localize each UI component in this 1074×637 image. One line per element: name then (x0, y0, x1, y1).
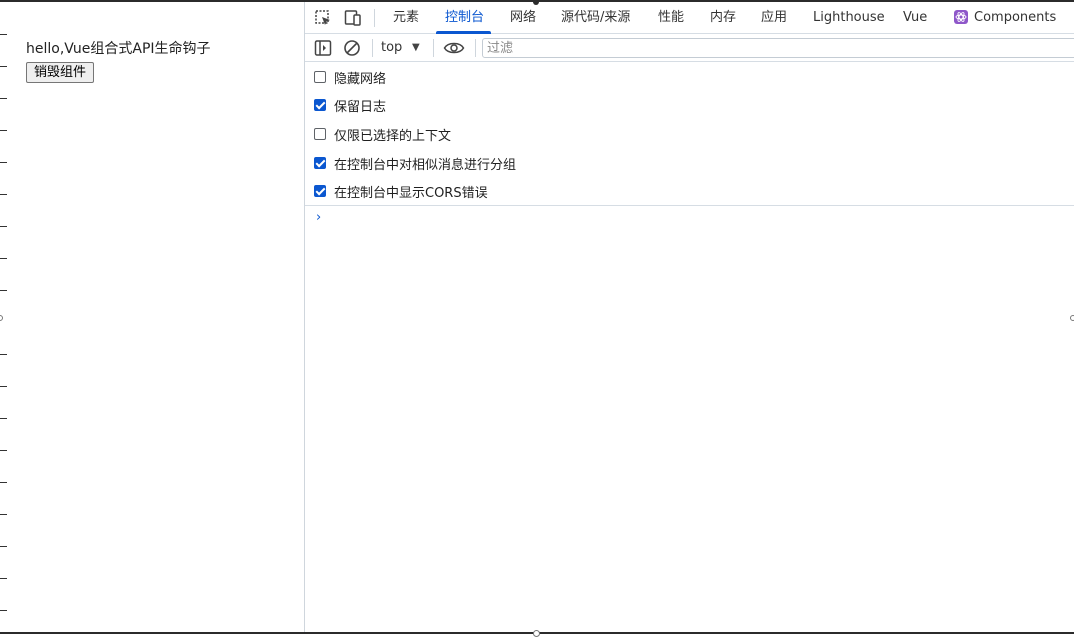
ruler-tick (0, 482, 7, 483)
setting-label: 仅限已选择的上下文 (334, 128, 452, 144)
ruler-tick (0, 34, 7, 35)
tab-network[interactable]: 网络 (510, 2, 536, 33)
checkbox[interactable] (314, 128, 326, 140)
ruler-tick (0, 162, 7, 163)
ruler-tick (0, 354, 7, 355)
setting-label: 隐藏网络 (334, 71, 387, 87)
toolbar-separator (374, 9, 375, 27)
ruler-tick (0, 290, 7, 291)
ruler-tick (0, 578, 7, 579)
checkbox[interactable] (314, 99, 326, 111)
console-prompt-chevron-icon[interactable]: › (316, 209, 321, 227)
ruler-tick (0, 386, 7, 387)
page-viewport: hello,Vue组合式API生命钩子 销毁组件 (0, 2, 305, 632)
ruler-tick (0, 98, 7, 99)
setting-label: 保留日志 (334, 99, 387, 115)
ruler-tick (0, 130, 7, 131)
inspect-element-icon[interactable] (313, 8, 333, 28)
ruler-tick (0, 546, 7, 547)
setting-label: 在控制台中显示CORS错误 (334, 185, 488, 201)
page-heading: hello,Vue组合式API生命钩子 (26, 41, 211, 57)
ruler-tick (0, 514, 7, 515)
resize-handle-left[interactable] (0, 315, 3, 321)
toolbar-separator (433, 39, 434, 57)
checkbox[interactable] (314, 185, 326, 197)
devtools-panel: 元素 控制台 网络 源代码/来源 性能 内存 应用 Lighthouse Vue… (305, 2, 1074, 632)
setting-show-cors-errors[interactable]: 在控制台中显示CORS错误 (314, 181, 488, 201)
tab-console[interactable]: 控制台 (445, 2, 484, 33)
setting-hide-network[interactable]: 隐藏网络 (314, 67, 386, 87)
setting-label: 在控制台中对相似消息进行分组 (334, 157, 517, 173)
app-frame: hello,Vue组合式API生命钩子 销毁组件 元素 控制台 网络 源代码/来… (0, 0, 1074, 637)
context-selector[interactable]: top (381, 38, 402, 58)
ruler-tick (0, 450, 7, 451)
tab-vue[interactable]: Vue (903, 2, 927, 33)
chevron-down-icon[interactable]: ▼ (412, 38, 420, 58)
ruler-tick (0, 194, 7, 195)
ruler-tick (0, 610, 7, 611)
console-settings: 隐藏网络 保留日志 仅限已选择的上下文 在控制台中对相似消息进行分组 在控制台中… (305, 63, 1074, 206)
destroy-component-button[interactable]: 销毁组件 (26, 62, 95, 83)
ruler-tick (0, 226, 7, 227)
components-icon (954, 9, 968, 24)
console-toolbar: top ▼ (305, 34, 1074, 62)
device-toolbar-icon[interactable] (343, 8, 363, 28)
console-filter-input[interactable] (482, 38, 1074, 58)
tab-elements[interactable]: 元素 (393, 2, 419, 33)
tab-memory[interactable]: 内存 (710, 2, 736, 33)
sidebar-toggle-icon[interactable] (313, 38, 333, 58)
live-expression-eye-icon[interactable] (443, 38, 465, 58)
setting-group-similar[interactable]: 在控制台中对相似消息进行分组 (314, 153, 516, 173)
devtools-tabbar: 元素 控制台 网络 源代码/来源 性能 内存 应用 Lighthouse Vue… (305, 2, 1074, 34)
checkbox[interactable] (314, 71, 326, 83)
tab-application[interactable]: 应用 (761, 2, 787, 33)
setting-selected-context-only[interactable]: 仅限已选择的上下文 (314, 124, 451, 144)
clear-console-icon[interactable] (342, 38, 362, 58)
ruler-tick (0, 66, 7, 67)
tab-components[interactable]: Components (954, 2, 1056, 33)
tab-components-label: Components (974, 10, 1057, 25)
tab-lighthouse[interactable]: Lighthouse (813, 2, 885, 33)
toolbar-separator (475, 39, 476, 57)
tab-performance[interactable]: 性能 (658, 2, 684, 33)
checkbox[interactable] (314, 157, 326, 169)
tab-sources[interactable]: 源代码/来源 (561, 2, 630, 33)
ruler-tick (0, 258, 7, 259)
ruler-tick (0, 418, 7, 419)
toolbar-separator (372, 39, 373, 57)
resize-handle-right[interactable] (1070, 315, 1074, 321)
setting-preserve-log[interactable]: 保留日志 (314, 95, 386, 115)
